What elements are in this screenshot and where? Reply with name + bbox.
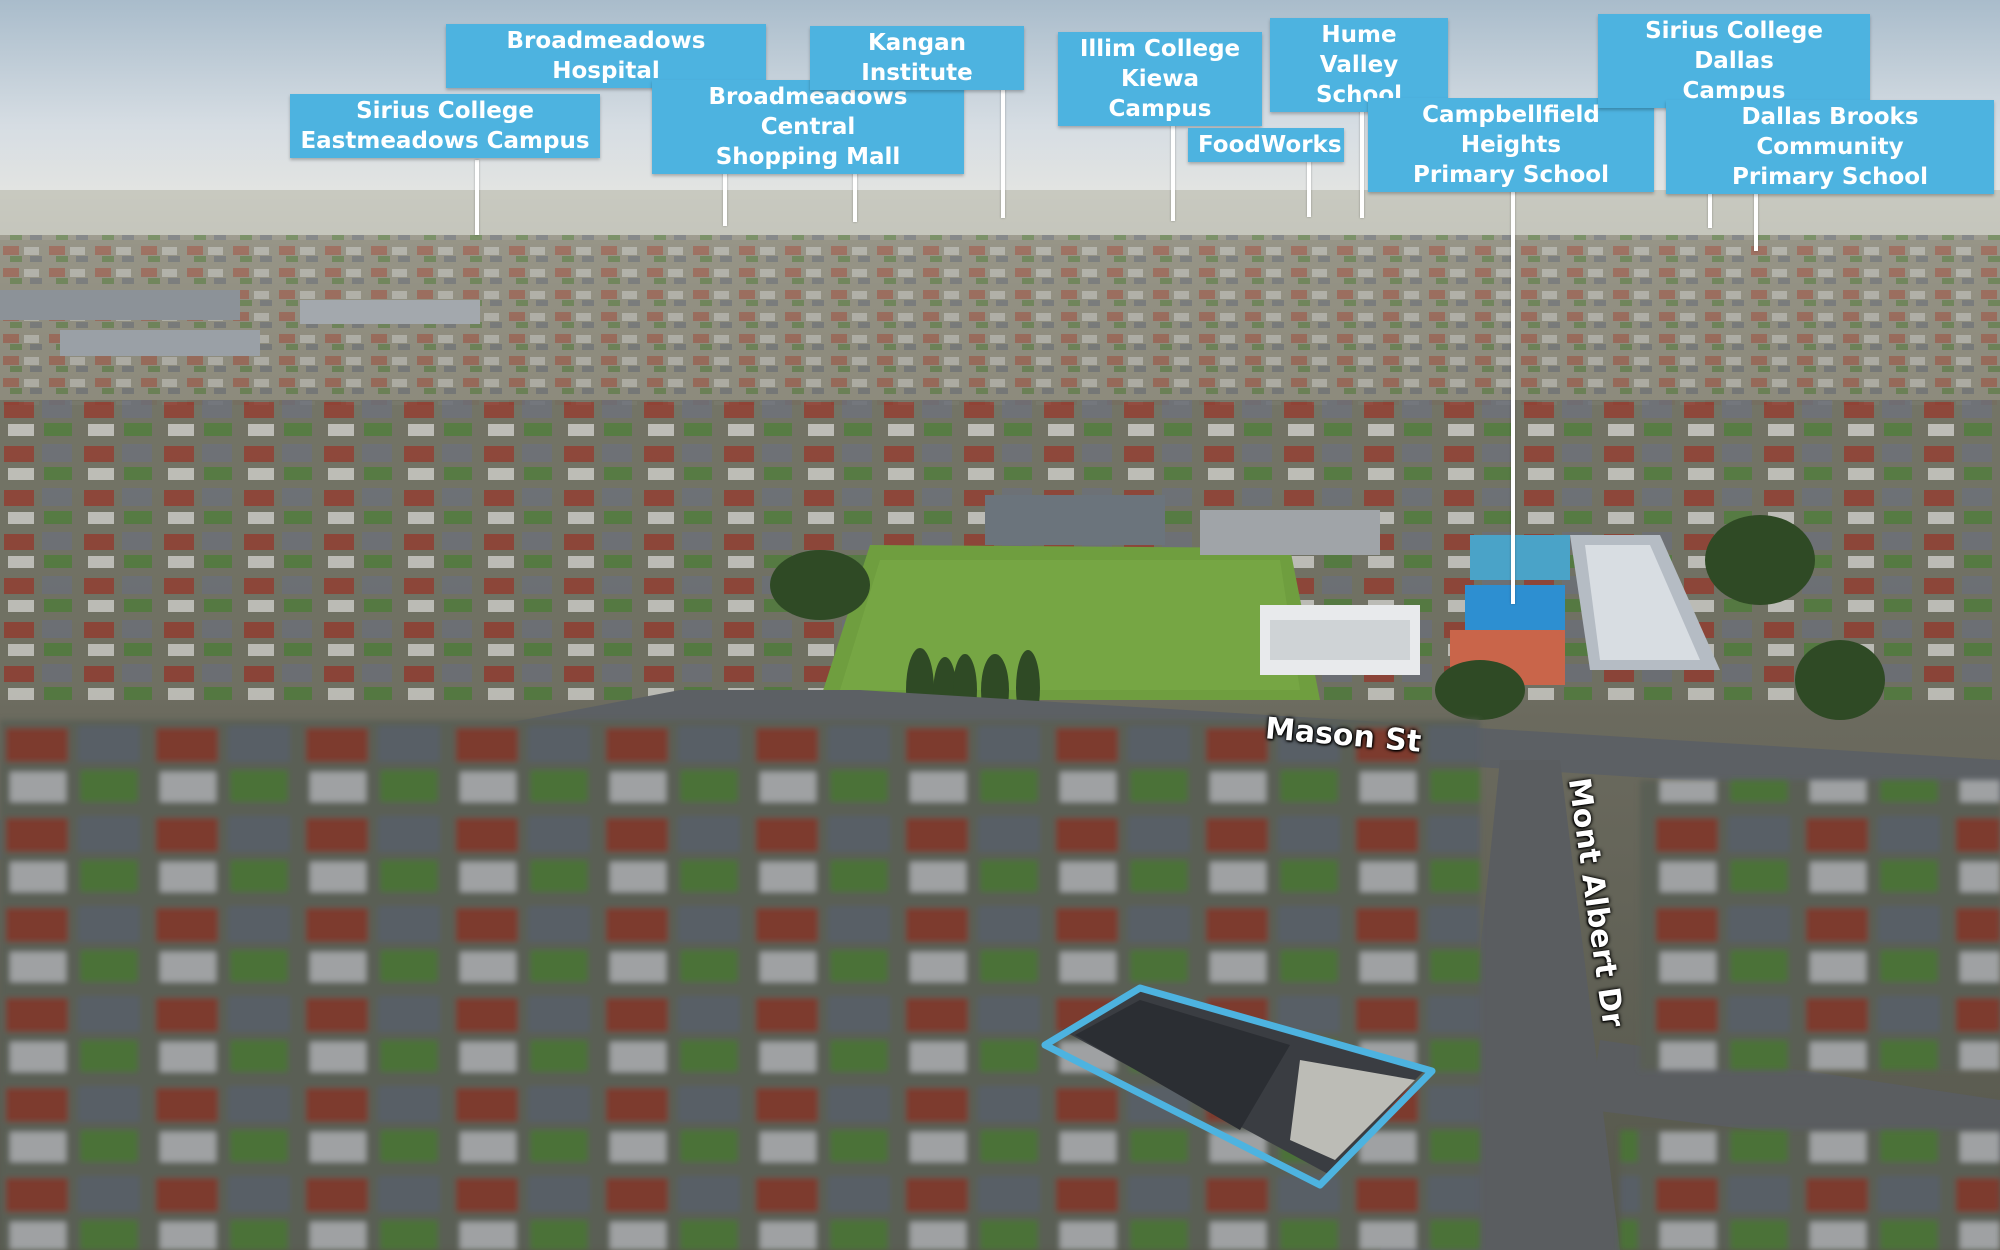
label-illim-college-kiewa-campus: Illim College Kiewa Campus (1058, 32, 1262, 126)
label-broadmeadows-central-shopping-mall: Broadmeadows Central Shopping Mall (652, 80, 964, 174)
label-foodworks: FoodWorks (1188, 128, 1344, 162)
label-campbellfield-heights-primary-school: Campbellfield Heights Primary School (1368, 98, 1654, 192)
label-sirius-college-dallas-campus: Sirius College Dallas Campus (1598, 14, 1870, 108)
pin-campbellfield-heights (1511, 162, 1515, 604)
label-broadmeadows-hospital: Broadmeadows Hospital (446, 24, 766, 88)
pin-sirius-eastmeadows (475, 160, 479, 235)
pin-foodworks (1307, 162, 1311, 217)
aerial-photo: Sirius College Eastmeadows Campus Broadm… (0, 0, 2000, 1250)
label-kangan-institute: Kangan Institute (810, 26, 1024, 90)
label-dallas-brooks-community-primary-school: Dallas Brooks Community Primary School (1666, 100, 1994, 194)
label-sirius-college-eastmeadows: Sirius College Eastmeadows Campus (290, 94, 600, 158)
